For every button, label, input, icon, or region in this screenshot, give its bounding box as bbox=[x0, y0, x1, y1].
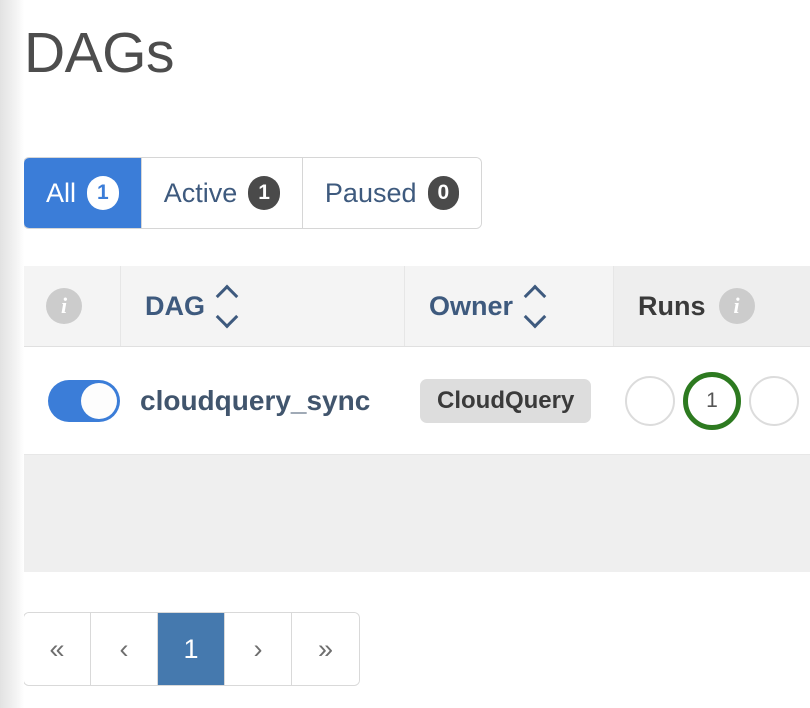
tab-paused-label: Paused bbox=[324, 177, 417, 208]
dag-owner-cell: CloudQuery bbox=[420, 347, 592, 454]
column-header-info: i bbox=[46, 266, 82, 346]
run-status-circle-success[interactable]: 1 bbox=[683, 371, 741, 430]
sort-owner-icon[interactable] bbox=[523, 284, 547, 328]
toggle-knob bbox=[81, 382, 117, 419]
pagination-first-button[interactable]: « bbox=[24, 613, 91, 685]
pagination-next-button[interactable]: › bbox=[225, 613, 292, 685]
tab-all[interactable]: All 1 bbox=[24, 158, 142, 228]
page-title: DAGs bbox=[24, 21, 175, 85]
tab-active[interactable]: Active 1 bbox=[141, 158, 303, 228]
tab-paused[interactable]: Paused 0 bbox=[302, 158, 482, 228]
dag-pause-toggle[interactable] bbox=[48, 379, 120, 422]
tab-all-count-badge: 1 bbox=[87, 176, 119, 210]
tab-paused-count-badge: 0 bbox=[427, 176, 460, 210]
pagination-page-1[interactable]: 1 bbox=[158, 613, 225, 685]
tab-active-count-badge: 1 bbox=[248, 176, 280, 210]
dag-name-cell: cloudquery_sync bbox=[140, 347, 370, 454]
tab-all-label: All bbox=[46, 177, 77, 208]
dags-table: i DAG Owner Runs i cloudquery_sync Cloud… bbox=[24, 266, 810, 572]
dag-status-filter-tabs: All 1 Active 1 Paused 0 bbox=[24, 158, 482, 228]
table-header-row: i DAG Owner Runs i bbox=[24, 266, 810, 347]
pagination-last-button[interactable]: » bbox=[292, 613, 359, 685]
column-header-dag[interactable]: DAG bbox=[120, 266, 239, 346]
run-status-circle-failed[interactable] bbox=[749, 375, 799, 426]
pagination-previous-button[interactable]: ‹ bbox=[91, 613, 158, 685]
column-header-owner-label: Owner bbox=[429, 290, 514, 321]
dag-runs-cell: 1 bbox=[625, 347, 810, 454]
tab-active-label: Active bbox=[163, 177, 238, 208]
info-icon[interactable]: i bbox=[46, 288, 82, 324]
run-status-circle-queued[interactable] bbox=[625, 375, 675, 426]
column-header-dag-label: DAG bbox=[145, 290, 205, 321]
table-row: cloudquery_sync CloudQuery 1 bbox=[24, 347, 810, 455]
pagination: « ‹ 1 › » bbox=[24, 613, 359, 685]
sort-dag-icon[interactable] bbox=[215, 284, 239, 328]
dags-page: DAGs All 1 Active 1 Paused 0 i DAG Owner… bbox=[0, 0, 810, 708]
column-header-owner[interactable]: Owner bbox=[404, 266, 547, 346]
runs-info-icon[interactable]: i bbox=[718, 288, 755, 324]
owner-badge[interactable]: CloudQuery bbox=[420, 378, 592, 423]
column-header-runs: Runs i bbox=[613, 266, 810, 346]
column-header-runs-label: Runs bbox=[638, 290, 706, 321]
dag-pause-toggle-cell bbox=[48, 347, 120, 454]
dag-name-link[interactable]: cloudquery_sync bbox=[140, 385, 370, 417]
